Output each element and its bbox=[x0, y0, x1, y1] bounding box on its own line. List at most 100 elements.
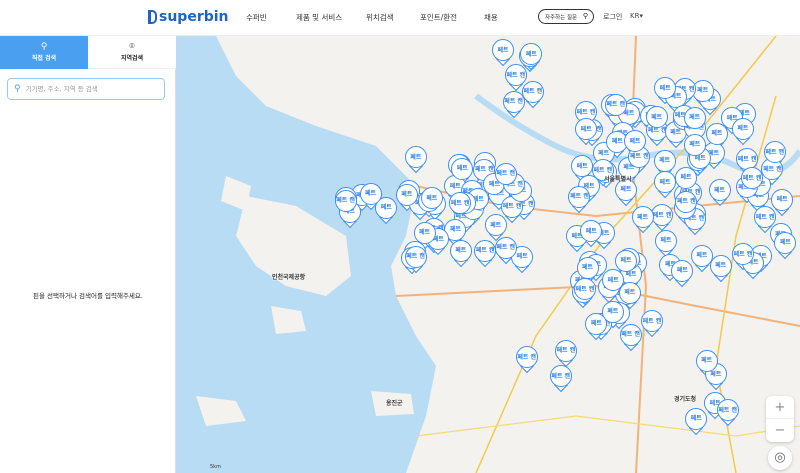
faq-search-button[interactable]: 자주하는 질문 ⚲ bbox=[538, 9, 594, 24]
pin-label: 페트 bbox=[653, 171, 676, 194]
city-label-gyeonggi-office: 경기도청 bbox=[674, 396, 697, 403]
nav-products[interactable]: 제품 및 서비스 bbox=[296, 12, 342, 23]
pin-label: 페트 캔 bbox=[619, 323, 642, 346]
recycle-bin-pin[interactable]: 페트 bbox=[449, 239, 472, 268]
pin-label: 페트 bbox=[615, 249, 638, 272]
tab-direct-search[interactable]: ⚲ 직접 검색 bbox=[0, 36, 88, 69]
header: superbin 수퍼빈 제품 및 서비스 위치검색 포인트/환전 채용 자주하… bbox=[0, 0, 800, 36]
pin-label: 페트 캔 bbox=[640, 310, 663, 333]
language-select[interactable]: KR▾ bbox=[630, 12, 643, 20]
nav-points[interactable]: 포인트/환전 bbox=[420, 12, 457, 23]
nav-careers[interactable]: 채용 bbox=[484, 12, 498, 23]
location-pin-icon: ⌾ bbox=[129, 42, 135, 52]
nav-superbin[interactable]: 수퍼빈 bbox=[246, 12, 267, 23]
recycle-bin-pin[interactable]: 페트 bbox=[709, 254, 732, 282]
logo-mark-icon bbox=[148, 10, 157, 24]
pin-label: 페트 캔 bbox=[334, 189, 357, 212]
city-label-ongjin: 옹진군 bbox=[386, 400, 403, 407]
pin-label: 페트 bbox=[709, 254, 732, 277]
pin-label: 페트 bbox=[451, 157, 474, 180]
recycle-bin-pin[interactable]: 페트 캔 bbox=[404, 245, 427, 273]
recycle-bin-pin[interactable]: 페트 bbox=[655, 229, 678, 257]
recycle-bin-pin[interactable]: 페트 bbox=[774, 231, 797, 259]
pin-label: 페트 캔 bbox=[521, 80, 544, 103]
search-input[interactable] bbox=[25, 85, 156, 93]
crosshair-icon: ◎ bbox=[774, 450, 786, 465]
pin-label: 페트 bbox=[683, 106, 706, 129]
tab-region-search[interactable]: ⌾ 지역검색 bbox=[88, 36, 176, 69]
pin-label: 페트 bbox=[685, 407, 708, 430]
recycle-bin-pin[interactable]: 페트 캔 bbox=[474, 239, 497, 267]
recycle-bin-pin[interactable]: 페트 캔 bbox=[568, 185, 591, 213]
pin-label: 페트 bbox=[404, 146, 427, 169]
recycle-bin-pin[interactable]: 페트 캔 bbox=[502, 90, 525, 119]
recycle-bin-pin[interactable]: 페트 캔 bbox=[716, 399, 739, 427]
pin-label: 페트 bbox=[675, 166, 697, 189]
pin-label: 페트 bbox=[683, 133, 706, 156]
recycle-bin-pin[interactable]: 페트 bbox=[492, 39, 515, 67]
pin-label: 페트 캔 bbox=[494, 162, 517, 185]
pin-label: 페트 bbox=[655, 229, 678, 252]
pin-label: 페트 bbox=[671, 259, 694, 282]
recycle-bin-pin[interactable]: 페트 캔 bbox=[515, 346, 538, 374]
pin-label: 페트 bbox=[631, 206, 654, 229]
search-box: ⚲ bbox=[7, 78, 165, 100]
zoom-in-button[interactable]: + bbox=[766, 396, 794, 419]
recycle-bin-pin[interactable]: 페트 캔 bbox=[549, 365, 572, 393]
recycle-bin-pin[interactable]: 페트 캔 bbox=[521, 80, 544, 108]
pin-label: 페트 bbox=[695, 349, 718, 372]
pin-label: 페트 bbox=[449, 239, 472, 262]
pin-label: 페트 bbox=[731, 117, 754, 140]
zoom-control: + − bbox=[766, 396, 794, 442]
pin-label: 페트 bbox=[708, 179, 731, 202]
pin-label: 페트 bbox=[359, 182, 382, 205]
recycle-bin-pin[interactable]: 페트 bbox=[653, 171, 676, 199]
recycle-bin-pin[interactable]: 페트 bbox=[685, 407, 708, 435]
search-icon: ⚲ bbox=[582, 12, 588, 20]
search-icon: ⚲ bbox=[40, 42, 48, 52]
empty-message: 핀을 선택하거나 검색어를 입력해주세요. bbox=[33, 292, 143, 300]
recycle-bin-pin[interactable]: 페트 bbox=[631, 206, 654, 234]
pin-label: 페트 bbox=[576, 256, 599, 279]
pin-label: 페트 bbox=[705, 122, 728, 145]
pin-label: 페트 캔 bbox=[675, 190, 698, 213]
pin-label: 페트 bbox=[492, 39, 515, 61]
recycle-bin-pin[interactable]: 페트 bbox=[671, 259, 694, 287]
recycle-bin-pin[interactable]: 페트 캔 bbox=[554, 339, 577, 367]
pin-label: 페트 bbox=[653, 149, 676, 172]
road bbox=[415, 415, 800, 437]
superbin-logo[interactable]: superbin bbox=[148, 9, 229, 25]
pin-label: 페트 캔 bbox=[549, 365, 572, 388]
pin-label: 페트 캔 bbox=[763, 141, 786, 163]
recycle-bin-pin[interactable]: 페트 캔 bbox=[619, 323, 642, 351]
pin-label: 페트 캔 bbox=[568, 185, 591, 208]
pin-label: 페트 bbox=[395, 183, 418, 206]
city-label-incheon-airport: 인천국제공항 bbox=[272, 274, 306, 281]
pin-label: 페트 캔 bbox=[474, 239, 497, 262]
pin-label: 페트 bbox=[774, 231, 797, 254]
sidebar: ⚲직접 검색 ⌾지역검색 ⚲ 핀을 선택하거나 검색어를 입력해주세요. bbox=[0, 36, 176, 473]
recycle-bin-pin[interactable]: 페트 캔 bbox=[651, 204, 674, 232]
zoom-out-button[interactable]: − bbox=[766, 419, 794, 442]
pin-label: 페트 bbox=[420, 187, 443, 210]
recycle-bin-pin[interactable]: 페트 bbox=[708, 179, 731, 207]
pin-label: 페트 캔 bbox=[716, 399, 739, 422]
recycle-bin-pin[interactable]: 페트 bbox=[585, 312, 608, 340]
pin-label: 페트 캔 bbox=[494, 236, 517, 259]
my-location-button[interactable]: ◎ bbox=[768, 446, 792, 470]
login-link[interactable]: 로그인 bbox=[603, 12, 622, 22]
pin-label: 페트 캔 bbox=[515, 346, 538, 369]
nav-location[interactable]: 위치검색 bbox=[366, 12, 394, 23]
city-label-seoul: 서울특별시 bbox=[604, 176, 632, 183]
recycle-bin-pin[interactable]: 페트 bbox=[731, 117, 754, 145]
recycle-bin-pin[interactable]: 페트 캔 bbox=[640, 310, 663, 338]
recycle-bin-pin[interactable]: 페트 bbox=[404, 146, 427, 174]
pin-label: 페트 캔 bbox=[404, 245, 427, 268]
pin-label: 페트 캔 bbox=[504, 64, 527, 87]
map-scale: 5km bbox=[210, 464, 221, 470]
pin-label: 페트 캔 bbox=[651, 204, 674, 227]
pin-label: 페트 bbox=[771, 188, 794, 211]
pin-label: 페트 캔 bbox=[554, 339, 577, 362]
recycle-bin-pin[interactable]: 페트 bbox=[575, 118, 598, 146]
map[interactable]: 인천국제공항 옹진군 페트 캔페트페트페트페트페트 캔페트 캔페트페트페트페트 … bbox=[176, 36, 800, 473]
